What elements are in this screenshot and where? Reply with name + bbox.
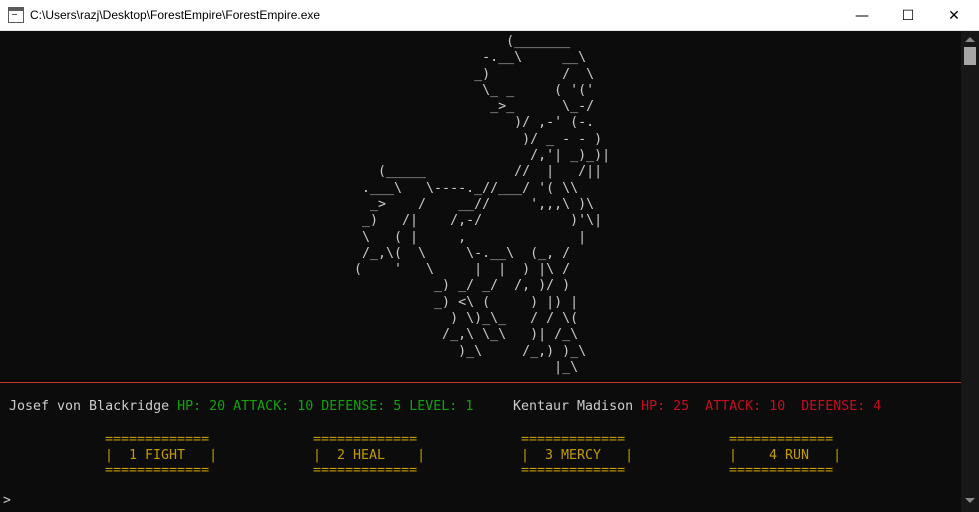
console-app-icon <box>8 7 24 23</box>
input-prompt[interactable]: > <box>3 493 11 508</box>
player-stat-values: HP: 20 ATTACK: 10 DEFENSE: 5 LEVEL: 1 <box>177 399 474 414</box>
console-output: (_______ -.__\ __\ _) / \ \_ _ ( '(' _>_… <box>0 31 961 512</box>
maximize-button[interactable]: ☐ <box>885 0 931 31</box>
menu-option-fight: ============= | 1 FIGHT | ============= <box>105 432 218 478</box>
scrollbar-thumb[interactable] <box>964 47 976 65</box>
scroll-down-icon[interactable] <box>965 498 975 503</box>
enemy-name: Kentaur Madison <box>513 399 634 414</box>
menu-option-mercy: ============= | 3 MERCY | ============= <box>521 432 634 478</box>
vertical-scrollbar[interactable] <box>961 31 979 512</box>
maximize-icon: ☐ <box>901 7 915 24</box>
minimize-icon: — <box>855 7 869 24</box>
player-stats: Josef von Blackridge HP: 20 ATTACK: 10 D… <box>9 399 473 415</box>
close-button[interactable]: ✕ <box>931 0 977 31</box>
title-bar: C:\Users\razj\Desktop\ForestEmpire\Fores… <box>0 0 979 31</box>
menu-option-run: ============= | 4 RUN | ============= <box>729 432 842 478</box>
enemy-stat-values: HP: 25 ATTACK: 10 DEFENSE: 4 <box>641 399 882 414</box>
enemy-stats: Kentaur Madison HP: 25 ATTACK: 10 DEFENS… <box>513 399 881 415</box>
minimize-button[interactable]: — <box>839 0 885 31</box>
close-icon: ✕ <box>948 7 960 24</box>
scroll-up-icon[interactable] <box>965 37 975 42</box>
divider-line <box>0 382 961 383</box>
menu-option-heal: ============= | 2 HEAL | ============= <box>313 432 426 478</box>
player-name: Josef von Blackridge <box>9 399 170 414</box>
centaur-ascii-art: (_______ -.__\ __\ _) / \ \_ _ ( '(' _>_… <box>354 34 611 375</box>
window-title: C:\Users\razj\Desktop\ForestEmpire\Fores… <box>30 8 321 22</box>
